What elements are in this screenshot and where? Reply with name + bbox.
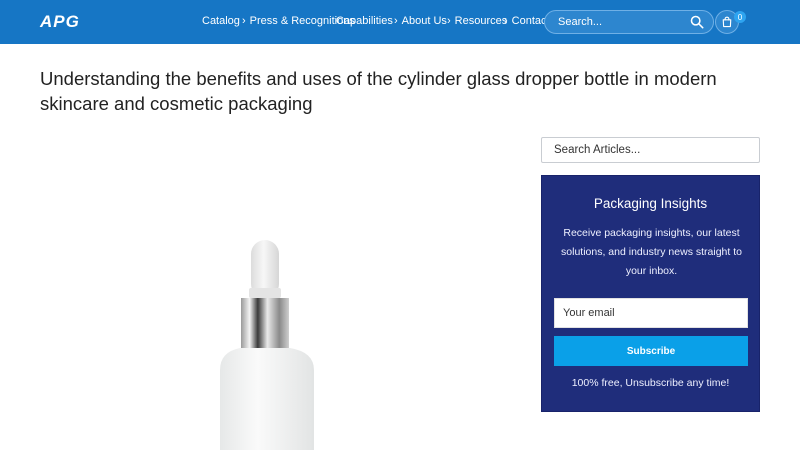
shopping-bag-icon: [722, 16, 732, 28]
site-header: APG Catalog › Press & Recognitions Capab…: [0, 0, 800, 44]
chevron-right-icon: ›: [447, 15, 451, 27]
nav-catalog-label: Catalog: [202, 15, 240, 27]
nav-capabilities-label: Capabilities: [336, 15, 393, 27]
article-search-input[interactable]: Search Articles...: [541, 137, 760, 163]
nav-about-us[interactable]: › About Us: [394, 15, 447, 27]
cart-count-badge: 0: [734, 11, 746, 23]
nav-capabilities[interactable]: Capabilities: [336, 15, 393, 27]
product-image: [200, 230, 340, 450]
article-search-placeholder: Search Articles...: [554, 144, 641, 156]
newsletter-panel: Packaging Insights Receive packaging ins…: [541, 175, 760, 412]
header-search-input[interactable]: Search...: [544, 10, 714, 34]
page-title: Understanding the benefits and uses of t…: [40, 68, 717, 114]
newsletter-footnote: 100% free, Unsubscribe any time!: [571, 377, 730, 389]
nav-resources[interactable]: › Resources: [447, 15, 507, 27]
dropper-bottle-image: [220, 240, 314, 450]
site-logo[interactable]: APG: [40, 12, 80, 31]
chevron-right-icon: ›: [242, 15, 246, 27]
newsletter-title: Packaging Insights: [593, 196, 708, 211]
nav-contact[interactable]: › Contact: [504, 15, 550, 27]
header-search-placeholder: Search...: [558, 16, 603, 28]
email-field[interactable]: Your email: [554, 298, 748, 328]
chevron-right-icon: ›: [394, 15, 398, 27]
nav-catalog[interactable]: Catalog: [202, 15, 240, 27]
chevron-right-icon: ›: [504, 15, 508, 27]
nav-about-label: About Us: [401, 15, 447, 27]
subscribe-button[interactable]: Subscribe: [554, 336, 748, 366]
nav-resources-label: Resources: [454, 15, 508, 27]
email-placeholder: Your email: [563, 307, 615, 319]
newsletter-description: Receive packaging insights, our latest s…: [561, 227, 742, 277]
logo-text: APG: [40, 12, 80, 31]
search-icon[interactable]: [690, 15, 704, 29]
